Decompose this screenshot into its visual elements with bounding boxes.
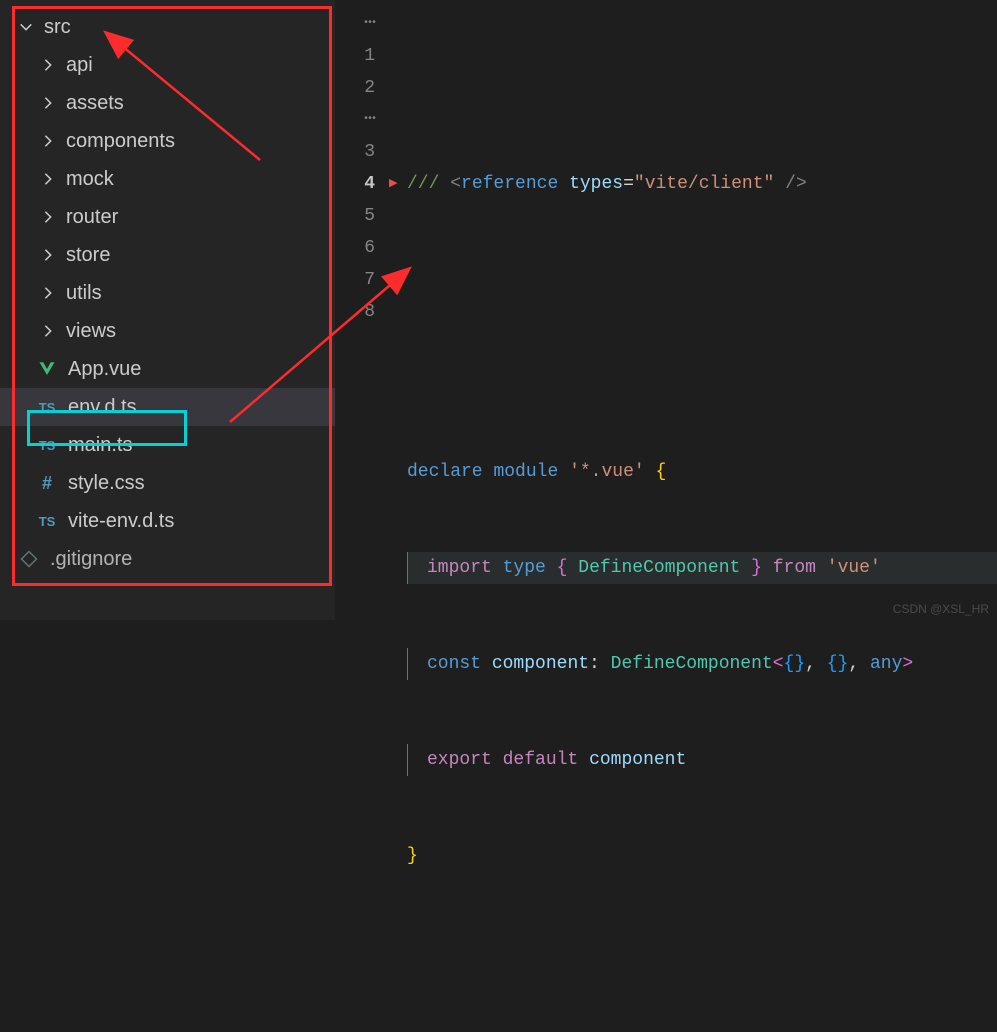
folder-components[interactable]: components: [0, 122, 335, 160]
folder-label: api: [66, 54, 93, 77]
line-number: 6: [335, 232, 375, 264]
line-number: 5: [335, 200, 375, 232]
folder-label: assets: [66, 92, 124, 115]
folder-label: src: [44, 16, 71, 39]
code-content[interactable]: /// <reference types="vite/client" /> de…: [401, 0, 997, 620]
vue-icon: [36, 358, 58, 380]
folder-label: views: [66, 320, 116, 343]
line-number-active: 4: [335, 168, 375, 200]
folder-src[interactable]: src: [0, 8, 335, 46]
file-vite-env-d-ts[interactable]: TS vite-env.d.ts: [0, 502, 335, 540]
folder-api[interactable]: api: [0, 46, 335, 84]
css-icon: #: [36, 472, 58, 494]
line-number: 3: [335, 136, 375, 168]
chevron-right-icon: [40, 323, 56, 339]
file-label: App.vue: [68, 358, 141, 381]
line-number: 7: [335, 264, 375, 296]
line-number: 1: [335, 40, 375, 72]
file-label: env.d.ts: [68, 396, 137, 419]
git-icon: [18, 548, 40, 570]
breakpoint-indicator[interactable]: ▶: [389, 168, 401, 200]
folder-mock[interactable]: mock: [0, 160, 335, 198]
glyph-margin: ▶: [389, 0, 401, 620]
code-fold-indicator[interactable]: •••: [335, 104, 375, 136]
line-number: 8: [335, 296, 375, 328]
code-editor[interactable]: ••• 1 2 ••• 3 4 5 6 7 8 ▶ /// <reference…: [335, 0, 997, 620]
folder-views[interactable]: views: [0, 312, 335, 350]
folder-label: components: [66, 130, 175, 153]
file-app-vue[interactable]: App.vue: [0, 350, 335, 388]
folder-store[interactable]: store: [0, 236, 335, 274]
chevron-down-icon: [18, 19, 34, 35]
file-gitignore[interactable]: .gitignore: [0, 540, 335, 578]
chevron-right-icon: [40, 133, 56, 149]
file-env-d-ts[interactable]: TS env.d.ts: [0, 388, 335, 426]
file-explorer-sidebar: src api assets components mock router st…: [0, 0, 335, 620]
watermark: CSDN @XSL_HR: [893, 602, 989, 616]
chevron-right-icon: [40, 171, 56, 187]
folder-utils[interactable]: utils: [0, 274, 335, 312]
file-label: main.ts: [68, 434, 132, 457]
chevron-right-icon: [40, 57, 56, 73]
folder-label: mock: [66, 168, 114, 191]
folder-label: utils: [66, 282, 102, 305]
folder-assets[interactable]: assets: [0, 84, 335, 122]
app-container: src api assets components mock router st…: [0, 0, 997, 620]
chevron-right-icon: [40, 285, 56, 301]
folder-label: store: [66, 244, 110, 267]
chevron-right-icon: [40, 247, 56, 263]
line-number-gutter: ••• 1 2 ••• 3 4 5 6 7 8: [335, 0, 389, 620]
file-style-css[interactable]: # style.css: [0, 464, 335, 502]
folder-label: router: [66, 206, 118, 229]
typescript-icon: TS: [36, 510, 58, 532]
folder-router[interactable]: router: [0, 198, 335, 236]
chevron-right-icon: [40, 95, 56, 111]
code-fold-indicator[interactable]: •••: [335, 8, 375, 40]
typescript-icon: TS: [36, 434, 58, 456]
file-label: .gitignore: [50, 548, 132, 571]
file-label: vite-env.d.ts: [68, 510, 174, 533]
file-label: style.css: [68, 472, 145, 495]
line-number: 2: [335, 72, 375, 104]
file-main-ts[interactable]: TS main.ts: [0, 426, 335, 464]
typescript-icon: TS: [36, 396, 58, 418]
chevron-right-icon: [40, 209, 56, 225]
